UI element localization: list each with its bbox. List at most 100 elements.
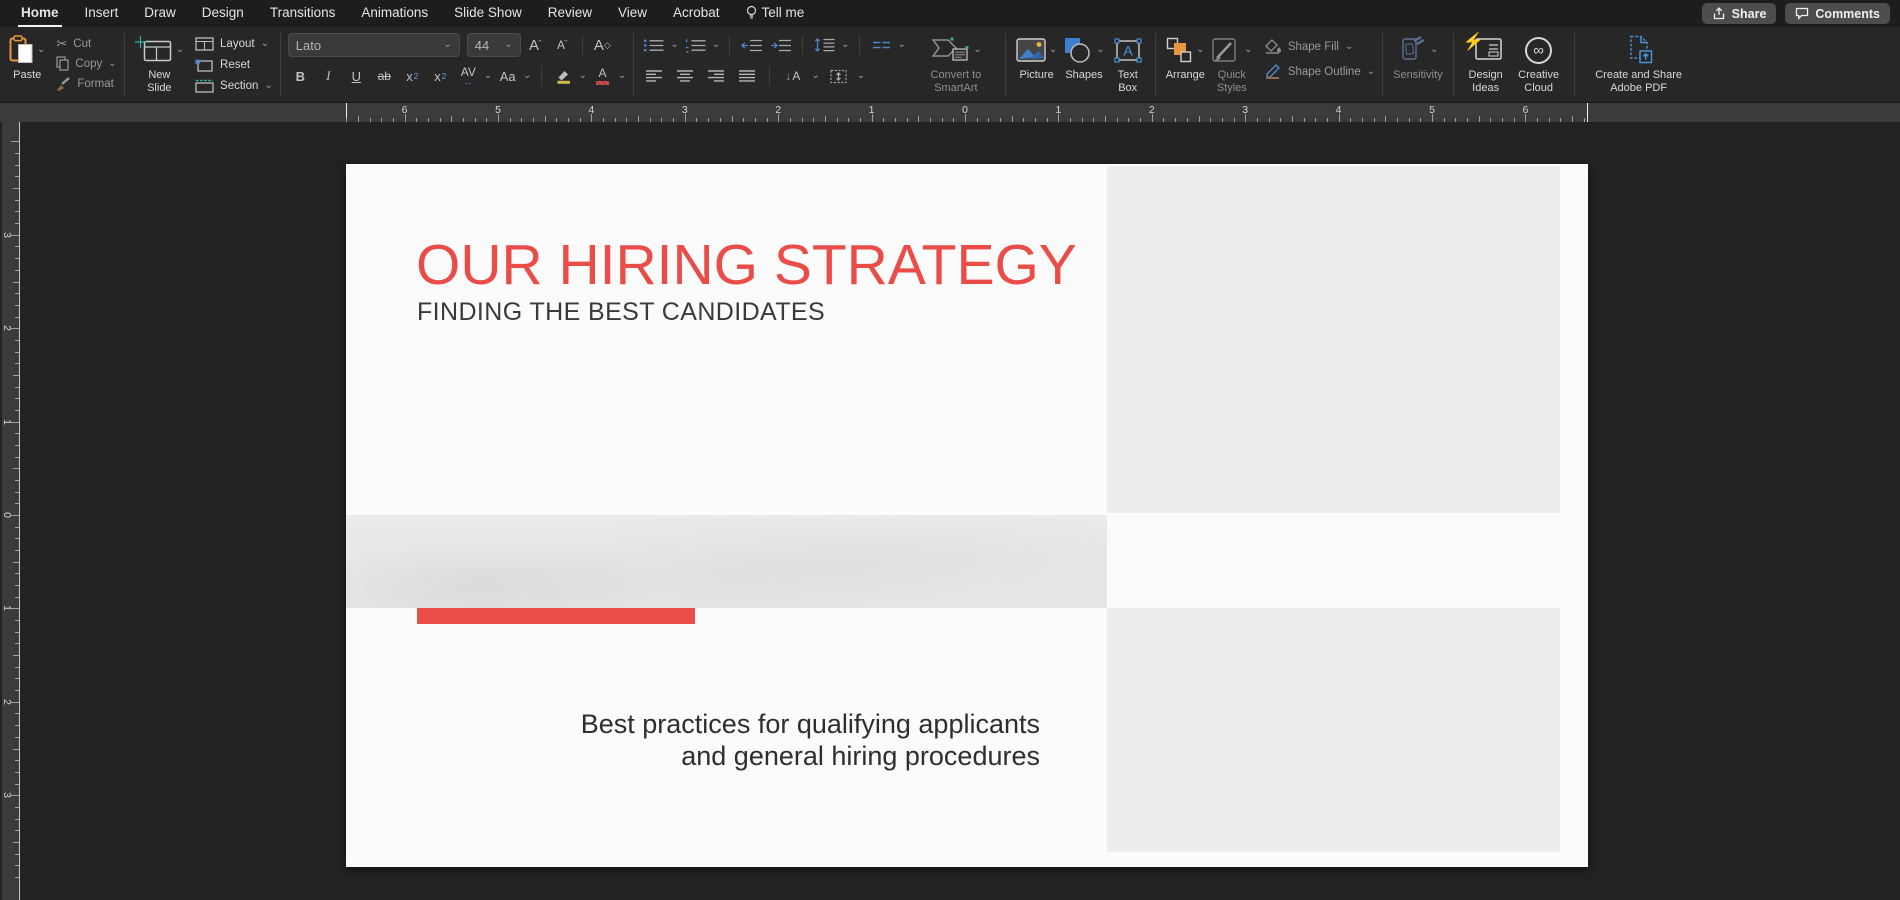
text-direction-button[interactable]: ↓ A <box>780 65 805 87</box>
align-right-button[interactable] <box>703 65 728 87</box>
placeholder-box-bottom-right[interactable] <box>1107 608 1560 852</box>
subscript-two: 2 <box>442 72 446 81</box>
accent-bar[interactable] <box>417 608 695 624</box>
font-color-button[interactable]: A <box>590 65 615 87</box>
font-size-select[interactable]: 44 ⌄ <box>467 33 521 57</box>
ruler-tick <box>15 492 19 493</box>
paste-button[interactable]: ⌄ Paste <box>6 32 48 83</box>
line-spacing-button[interactable] <box>812 34 837 56</box>
ruler-tick <box>15 387 19 388</box>
sensitivity-button[interactable]: ⌄ Sensitivity <box>1390 32 1446 83</box>
shape-outline-button[interactable]: Shape Outline ⌄ <box>1264 62 1375 81</box>
shapes-button[interactable]: ⌄ Shapes <box>1060 32 1107 83</box>
menu-item-label: Home <box>21 5 59 20</box>
chevron-down-icon: ⌄ <box>108 59 116 69</box>
convert-to-smartart-button[interactable]: ⌄ Convert to SmartArt <box>914 32 998 95</box>
ruler-tick <box>15 678 19 679</box>
menu-item-transitions[interactable]: Transitions <box>267 0 339 27</box>
align-text-vertical-button[interactable] <box>826 65 851 87</box>
share-button[interactable]: Share <box>1702 3 1777 24</box>
design-ideas-button[interactable]: ⚡ Design Ideas <box>1461 32 1511 95</box>
superscript-button[interactable]: x2 <box>400 65 425 87</box>
ribbon-divider <box>769 66 770 86</box>
ruler-tick <box>15 352 19 353</box>
change-case-button[interactable]: Aa <box>495 65 520 87</box>
creative-cloud-button[interactable]: ∞ Creative Cloud <box>1511 32 1567 95</box>
reset-button[interactable]: Reset <box>195 55 273 74</box>
character-spacing-button[interactable]: AV ↔ <box>456 65 481 87</box>
layout-button[interactable]: Layout ⌄ <box>195 34 273 53</box>
menu-item-draw[interactable]: Draw <box>141 0 179 27</box>
text-box-button[interactable]: A Text Box <box>1108 32 1148 95</box>
adobe-pdf-icon <box>1624 35 1654 65</box>
menu-item-slide-show[interactable]: Slide Show <box>451 0 525 27</box>
shrink-font-button[interactable]: Aˇ <box>550 34 575 56</box>
numbering-button[interactable] <box>683 34 708 56</box>
font-family-select[interactable]: Lato ⌄ <box>288 33 460 57</box>
section-button[interactable]: Section ⌄ <box>195 76 273 95</box>
shape-fill-button[interactable]: Shape Fill ⌄ <box>1264 37 1375 56</box>
text-box-label: Text Box <box>1111 69 1145 94</box>
highlight-button[interactable] <box>551 65 576 87</box>
picture-button[interactable]: ⌄ Picture <box>1013 32 1060 83</box>
format-brush-icon <box>56 77 71 91</box>
sensitivity-label: Sensitivity <box>1393 69 1443 82</box>
increase-indent-button[interactable] <box>768 34 793 56</box>
menu-item-acrobat[interactable]: Acrobat <box>670 0 723 27</box>
slide-subtitle[interactable]: FINDING THE BEST CANDIDATES <box>417 298 825 327</box>
clear-formatting-button[interactable]: A◇ <box>590 34 615 56</box>
create-adobe-pdf-button[interactable]: Create and Share Adobe PDF <box>1582 32 1696 95</box>
comments-button[interactable]: Comments <box>1785 3 1890 24</box>
line-spacing-icon <box>814 37 835 53</box>
menu-item-design[interactable]: Design <box>199 0 247 27</box>
chevron-down-icon: ⌄ <box>579 71 587 81</box>
ribbon-divider <box>859 35 860 55</box>
ruler-tick <box>15 877 19 878</box>
menu-item-animations[interactable]: Animations <box>358 0 431 27</box>
new-slide-button[interactable]: ⌄ New Slide <box>132 32 187 95</box>
bold-button[interactable]: B <box>288 65 313 87</box>
bullets-button[interactable] <box>641 34 666 56</box>
slide-editor-canvas[interactable]: OUR HIRING STRATEGY FINDING THE BEST CAN… <box>0 122 1900 900</box>
shape-outline-icon <box>1264 64 1282 79</box>
subscript-button[interactable]: x2 <box>428 65 453 87</box>
menu-item-view[interactable]: View <box>615 0 650 27</box>
slide-body-text[interactable]: Best practices for qualifying applicants… <box>581 709 1040 772</box>
decorative-image-band[interactable] <box>346 515 1107 608</box>
highlighter-icon <box>554 68 572 84</box>
columns-button[interactable] <box>869 34 894 56</box>
menu-item-insert[interactable]: Insert <box>82 0 122 27</box>
slide-title[interactable]: OUR HIRING STRATEGY <box>416 232 1077 298</box>
justify-button[interactable] <box>734 65 759 87</box>
arrange-button[interactable]: ⌄ Arrange <box>1163 32 1208 83</box>
menu-item-review[interactable]: Review <box>545 0 595 27</box>
menu-item-tell-me[interactable]: Tell me <box>743 0 808 27</box>
italic-button[interactable]: I <box>316 65 341 87</box>
paste-clipboard-icon <box>9 35 34 65</box>
new-slide-label: New Slide <box>138 69 180 94</box>
menu-item-home[interactable]: Home <box>18 0 62 27</box>
copy-button[interactable]: Copy ⌄ <box>56 54 116 73</box>
strikethrough-button[interactable]: ab <box>372 65 397 87</box>
underline-button[interactable]: U <box>344 65 369 87</box>
align-center-button[interactable] <box>672 65 697 87</box>
ruler-number: 0 <box>962 104 968 116</box>
horizontal-ruler[interactable]: 6543210123456 <box>0 103 1900 122</box>
align-left-button[interactable] <box>641 65 666 87</box>
font-family-value: Lato <box>296 38 444 53</box>
decrease-indent-button[interactable] <box>739 34 764 56</box>
quick-styles-button[interactable]: ⌄ Quick Styles <box>1208 32 1256 95</box>
format-painter-button[interactable]: Format <box>56 74 116 93</box>
ruler-tick <box>13 375 19 376</box>
menu-item-label: Insert <box>85 5 119 20</box>
placeholder-box-top-right[interactable] <box>1107 166 1560 513</box>
vertical-ruler[interactable]: 3210123 <box>2 122 20 900</box>
grow-font-button[interactable]: Aˆ <box>523 34 548 56</box>
ruler-tick <box>15 854 19 855</box>
cut-button[interactable]: ✂ Cut <box>56 34 116 53</box>
slide[interactable]: OUR HIRING STRATEGY FINDING THE BEST CAN… <box>346 164 1588 867</box>
ribbon-divider <box>541 66 542 86</box>
chevron-down-icon: ⌄ <box>443 40 451 50</box>
chevron-down-icon: ⌄ <box>618 71 626 81</box>
ruler-tick <box>15 153 19 154</box>
